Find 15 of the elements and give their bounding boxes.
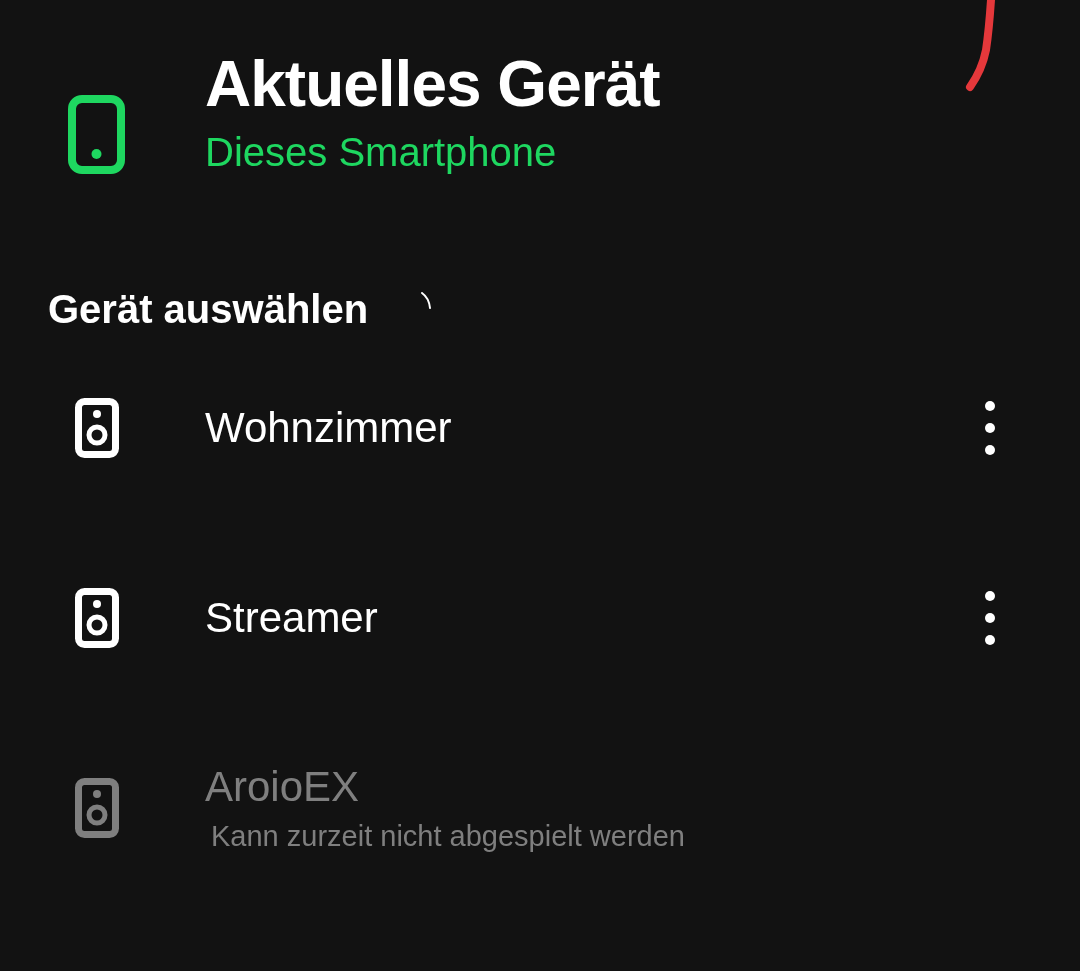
speaker-icon: [75, 398, 119, 458]
device-name: Wohnzimmer: [205, 403, 453, 453]
current-device-title: Aktuelles Gerät: [205, 48, 660, 120]
current-device-name: Dieses Smartphone: [205, 129, 558, 176]
more-icon: [984, 590, 996, 646]
device-name: AroioEX: [205, 762, 361, 812]
more-icon: [984, 400, 996, 456]
phone-icon: [68, 95, 125, 174]
device-item[interactable]: Streamer: [0, 523, 1080, 713]
device-status: Kann zurzeit nicht abgespielt werden: [211, 819, 686, 854]
speaker-icon: [75, 588, 119, 648]
section-heading: Gerät auswählen: [48, 286, 369, 333]
device-item[interactable]: Wohnzimmer: [0, 333, 1080, 523]
speaker-icon: [75, 778, 119, 838]
device-name: Streamer: [205, 593, 379, 643]
